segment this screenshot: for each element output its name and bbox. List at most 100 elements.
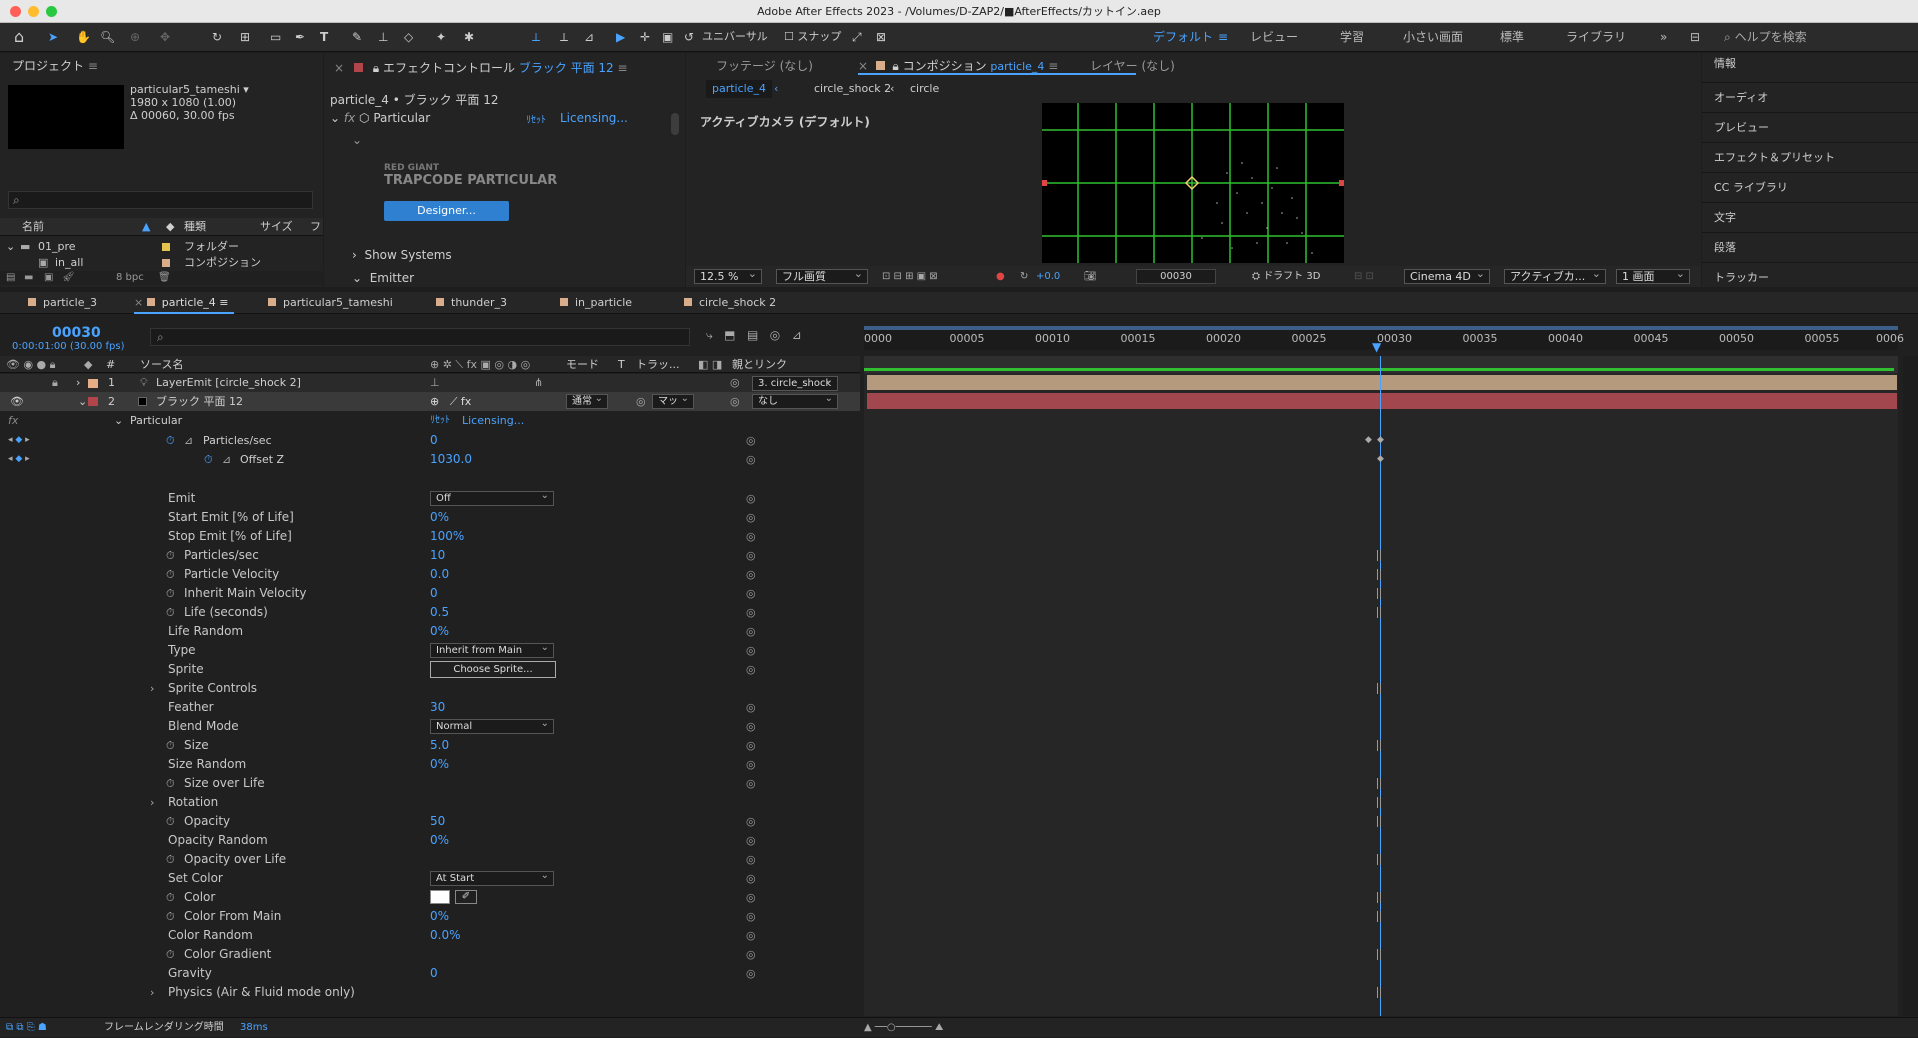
playhead-handle[interactable]: ▼ (1372, 340, 1388, 354)
property-value[interactable]: 0.5 (430, 603, 449, 622)
keyframe-icon[interactable] (1377, 987, 1381, 998)
expression-pickwhip-icon[interactable]: ◎ (746, 622, 756, 641)
property-value[interactable]: 0% (430, 755, 449, 774)
reset-exposure-icon[interactable]: ↻ (1020, 266, 1028, 287)
chevron-right-icon[interactable]: › (76, 374, 80, 392)
stopwatch-icon[interactable]: ⏱︎ (166, 603, 175, 622)
col-f[interactable]: フ (310, 218, 321, 236)
panel-menu-icon[interactable]: ≡ (1048, 59, 1058, 73)
stopwatch-icon[interactable]: ⏱︎ (166, 546, 175, 565)
label-color[interactable] (88, 379, 98, 388)
chevron-right-icon[interactable]: › (150, 983, 154, 1002)
property-row[interactable]: ⏱︎ Life (seconds) 0.5 ◎ (0, 603, 860, 622)
zoom-tool-icon[interactable]: 🔍︎ (100, 28, 115, 46)
stopwatch-icon[interactable]: ⏱︎ (166, 812, 175, 831)
property-value[interactable]: 50 (430, 812, 445, 831)
rectangle-tool-icon[interactable]: ▭ (270, 28, 281, 46)
choose-sprite-button[interactable]: Choose Sprite... (430, 661, 556, 678)
expression-pickwhip-icon[interactable]: ◎ (746, 774, 756, 793)
info-panel-tab[interactable]: 情報 (1702, 53, 1918, 83)
expression-pickwhip-icon[interactable]: ◎ (746, 489, 756, 508)
footage-tab[interactable]: フッテージ (なし) (716, 53, 813, 79)
rotate-icon[interactable]: ↺ (684, 28, 694, 46)
tab-thunder-3[interactable]: thunder_3 (436, 292, 507, 314)
stopwatch-icon[interactable]: ⏱︎ (204, 450, 213, 469)
layer-bar[interactable] (867, 393, 1897, 409)
expression-pickwhip-icon[interactable]: ◎ (746, 660, 756, 679)
eyedropper-icon[interactable]: ✐ (455, 890, 477, 904)
property-select[interactable]: Inherit from Main (430, 641, 554, 658)
pen-tool-icon[interactable]: ✒ (295, 28, 305, 46)
layer-bar[interactable] (867, 375, 1897, 390)
pickwhip-icon[interactable]: ◎ (730, 374, 740, 392)
property-value[interactable]: 100% (430, 527, 464, 546)
snapshot-icon[interactable]: 📷︎ (1084, 266, 1097, 287)
chevron-right-icon[interactable]: › (150, 679, 154, 698)
effects-presets-panel-tab[interactable]: エフェクト＆プリセット (1702, 143, 1918, 173)
workspace-small[interactable]: 小さい画面 (1403, 28, 1463, 46)
current-time-field[interactable]: 00030 (1136, 269, 1216, 284)
draft3d-toggle[interactable]: ⛭ ドラフト 3D (1252, 266, 1320, 287)
property-row[interactable]: › Physics (Air & Fluid mode only) (0, 983, 860, 1002)
expression-pickwhip-icon[interactable]: ◎ (746, 584, 756, 603)
property-value[interactable]: 10 (430, 546, 445, 565)
expression-pickwhip-icon[interactable]: ◎ (746, 907, 756, 926)
world-axis-icon[interactable]: ⟂ (560, 28, 568, 46)
property-select[interactable]: Normal (430, 717, 554, 734)
keyframe-icon[interactable] (1377, 569, 1381, 580)
expression-pickwhip-icon[interactable]: ◎ (746, 698, 756, 717)
cc-libraries-panel-tab[interactable]: CC ライブラリ (1702, 173, 1918, 203)
keyframe-icon[interactable]: ◆ (1365, 435, 1372, 445)
scale-icon[interactable]: ▣ (662, 28, 673, 46)
motion-blur-switch[interactable]: ⋔ (534, 374, 543, 392)
stopwatch-icon[interactable]: ⏱︎ (166, 850, 175, 869)
lock-icon[interactable]: 🔒︎ (373, 61, 379, 75)
project-title[interactable]: プロジェクト ≡ (12, 53, 98, 79)
tab-particle-3[interactable]: particle_3 (28, 292, 97, 314)
property-row[interactable]: Type Inherit from Main ◎ (0, 641, 860, 660)
bpc-label[interactable]: 8 bpc (116, 271, 144, 285)
panel-menu-icon[interactable]: ≡ (88, 59, 98, 73)
preserve-transparency-icon[interactable]: ◎ (636, 392, 646, 411)
property-row[interactable]: Blend Mode Normal ◎ (0, 717, 860, 736)
graph-icon[interactable]: ⊿ (184, 431, 193, 450)
exposure-value[interactable]: +0.0 (1036, 266, 1060, 287)
keyframe-icon[interactable] (1377, 949, 1381, 960)
property-row[interactable]: Stop Emit [% of Life] 100% ◎ (0, 527, 860, 546)
breadcrumb-item[interactable]: particle_4 (706, 80, 772, 98)
character-panel-tab[interactable]: 文字 (1702, 203, 1918, 233)
reset-link[interactable]: ﾘｾｯﾄ (526, 111, 546, 126)
layer-name[interactable]: LayerEmit [circle_shock 2] (156, 374, 301, 392)
expression-pickwhip-icon[interactable]: ◎ (746, 717, 756, 736)
stopwatch-icon[interactable]: ⏱︎ (166, 736, 175, 755)
trash-icon[interactable]: 🗑︎ (158, 271, 171, 285)
zoom-icon[interactable] (46, 6, 57, 17)
keyframe-icon[interactable] (1377, 892, 1381, 903)
property-value[interactable]: 0% (430, 622, 449, 641)
property-row[interactable]: ⏱︎ Inherit Main Velocity 0 ◎ (0, 584, 860, 603)
keyframe-icon[interactable] (1377, 607, 1381, 618)
show-systems-group[interactable]: › Show Systems (352, 248, 452, 262)
work-area-bar[interactable] (864, 326, 1898, 330)
licensing-link[interactable]: Licensing... (462, 412, 524, 430)
property-row[interactable]: Feather 30 ◎ (0, 698, 860, 717)
expression-pickwhip-icon[interactable]: ◎ (746, 450, 756, 469)
keyframe-nav-icon[interactable]: ◂ ◆ ▸ (8, 450, 30, 469)
property-row[interactable]: Set Color At Start ◎ (0, 869, 860, 888)
tracker-panel-tab[interactable]: トラッカー (1702, 263, 1918, 293)
paragraph-panel-tab[interactable]: 段落 (1702, 233, 1918, 263)
col-type[interactable]: 種類 (184, 218, 206, 236)
workspace-default[interactable]: デフォルト (1153, 28, 1213, 46)
preview-panel-tab[interactable]: プレビュー (1702, 113, 1918, 143)
kf-property-row[interactable]: ◂ ◆ ▸ ⏱︎ ⊿ Particles/sec 0 ◎ (0, 431, 860, 450)
expression-pickwhip-icon[interactable]: ◎ (746, 603, 756, 622)
keyframe-icon[interactable] (1377, 683, 1381, 694)
layer-row[interactable]: 👁︎ ⌄ 2 ブラック 平面 12 ⊕ ⟋ fx 通常 ◎ マッ ◎ なし (0, 392, 860, 411)
project-row-comp[interactable]: ▣ in_all コンポジション (0, 255, 323, 270)
arrow-icon[interactable]: ▶ (616, 28, 625, 46)
property-value[interactable]: 0% (430, 508, 449, 527)
type-tool-icon[interactable]: T (320, 28, 328, 46)
label-color[interactable] (88, 397, 98, 406)
expand-icon[interactable]: ⌄ (352, 133, 362, 147)
track-area[interactable]: ▼ ◆ ◆ ◆ (864, 340, 1898, 1016)
